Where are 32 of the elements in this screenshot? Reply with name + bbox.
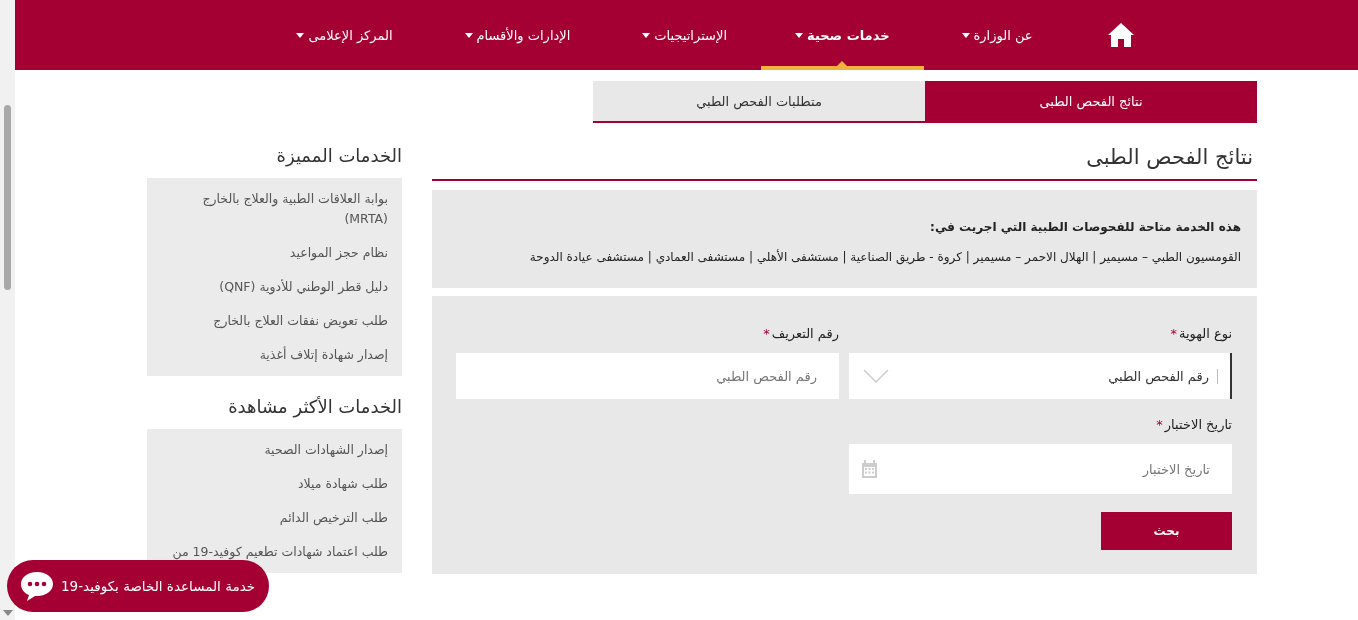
- tab[interactable]: متطلبات الفحص الطبي: [593, 81, 925, 123]
- sidebar-link[interactable]: طلب شهادة ميلاد: [288, 467, 402, 501]
- dropdown-field[interactable]: رقم الفحص الطبي: [849, 353, 1232, 399]
- nav-menu-item[interactable]: خدمات صحية: [761, 0, 924, 70]
- field-label: نوع الهوية*: [1169, 326, 1232, 341]
- notice-heading: هذه الخدمة متاحة للفحوصات الطبية التي اجريت في:: [929, 220, 1241, 234]
- chevron-down-icon: [863, 369, 889, 383]
- nav-menu-item[interactable]: الإدارات والأقسام: [426, 0, 605, 70]
- field-label: تاريخ الاختبار*: [1155, 417, 1232, 432]
- nav-menu-item[interactable]: عن الوزارة: [923, 0, 1067, 70]
- chat-button[interactable]: خدمة المساعدة الخاصة بكوفيد-19: [7, 560, 270, 612]
- sidebar-heading: الخدمات المميزة: [275, 145, 402, 166]
- sidebar-link[interactable]: طلب الترخيص الدائم: [269, 501, 402, 535]
- nav-menu-item[interactable]: الإستراتيجيات: [604, 0, 761, 70]
- scrollbar[interactable]: [0, 0, 15, 620]
- sidebar-link[interactable]: طلب تعويض نفقات العلاج بالخارج: [203, 304, 402, 338]
- field-label: رقم التعريف*: [762, 326, 839, 341]
- input-field[interactable]: رقم الفحص الطبي: [456, 353, 839, 399]
- sidebar-heading: الخدمات الأكثر مشاهدة: [227, 396, 402, 417]
- date-field[interactable]: تاريخ الاختبار: [849, 444, 1232, 494]
- sidebar-link[interactable]: إصدار شهادة إتلاف أغذية: [249, 338, 402, 372]
- chat-bubble-icon: [19, 570, 55, 602]
- home-icon: [1106, 22, 1135, 48]
- sidebar-link[interactable]: بوابة العلاقات الطبية والعلاج بالخارج (MRTA): [147, 182, 402, 236]
- page-title: نتائج الفحص الطبى: [432, 145, 1257, 181]
- notice-text: القومسيون الطبي – مسيمير | الهلال الاحمر – مسيمير | كروة - طريق الصناعية | مستشفى الأهلي | مستشفى العمادي | مستشفى عيادة الدوحة: [528, 248, 1241, 266]
- tab[interactable]: نتائج الفحص الطبى: [925, 81, 1257, 123]
- search-button[interactable]: بحث: [1101, 512, 1232, 550]
- sidebar-link[interactable]: إصدار الشهادات الصحية: [254, 433, 402, 467]
- sidebar-link[interactable]: دليل قطر الوطني للأدوية (QNF): [209, 270, 402, 304]
- nav-menu-item[interactable]: المركز الإعلامى: [258, 0, 427, 70]
- sidebar-link[interactable]: نظام حجز المواعيد: [279, 236, 402, 270]
